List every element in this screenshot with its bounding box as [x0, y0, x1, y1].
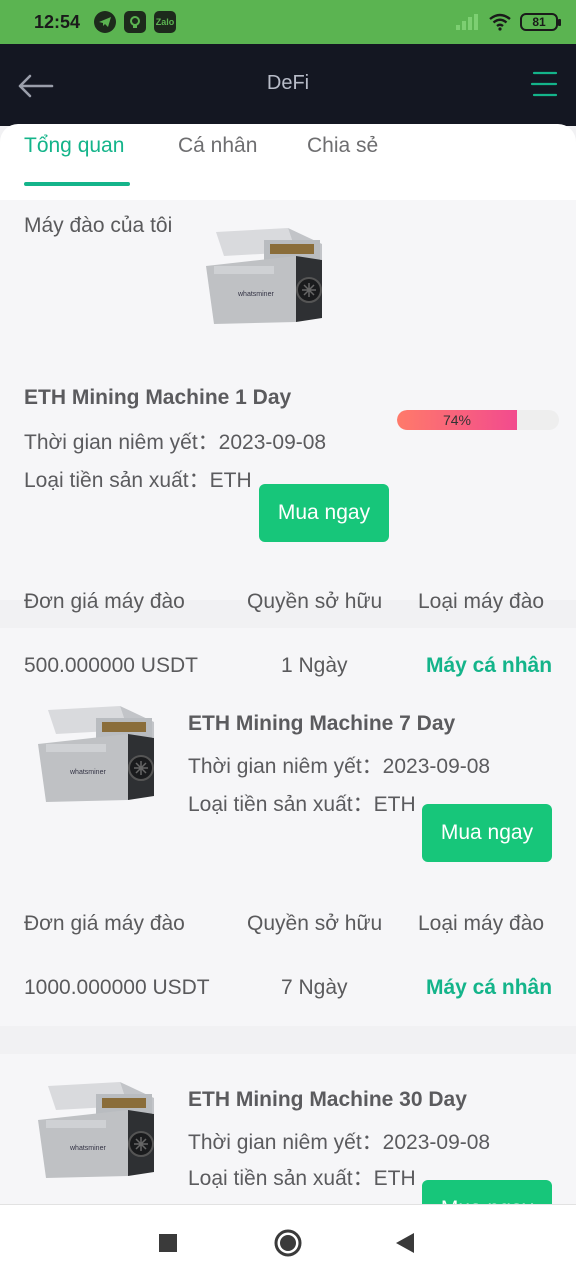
status-app-icons: Zalo [94, 11, 177, 33]
product-title: ETH Mining Machine 30 Day [188, 1088, 467, 1111]
column-header-type: Loại máy đào [418, 590, 545, 613]
my-miners-card: Máy đào của tôi whatsminer ETH Mining Ma… [0, 200, 576, 613]
progress-label: 74% [442, 412, 472, 428]
wifi-icon [488, 13, 511, 31]
tab-underline [24, 182, 130, 186]
triangle-back-icon [396, 1233, 414, 1253]
tab-personal[interactable]: Cá nhân [178, 134, 257, 158]
tab-share[interactable]: Chia sẻ [307, 134, 378, 158]
product-title: ETH Mining Machine 1 Day [24, 386, 292, 409]
machine-type-value: Máy cá nhân [426, 654, 553, 677]
app-header: DeFi [0, 44, 576, 126]
mining-machine-image: whatsminer [38, 1082, 154, 1178]
section-title: Máy đào của tôi [24, 214, 173, 237]
back-nav-button[interactable] [392, 1229, 420, 1257]
menu-button[interactable] [530, 70, 558, 98]
production-currency: Loại tiền sản xuất：ETH [188, 793, 416, 816]
machine-type-value: Máy cá nhân [426, 976, 553, 999]
zalo-icon: Zalo [154, 11, 177, 33]
buy-now-button[interactable]: Mua ngay [422, 1180, 552, 1204]
progress-bar: 74% [397, 410, 559, 430]
listing-date: Thời gian niêm yết：2023-09-08 [188, 1131, 491, 1154]
home-button[interactable] [272, 1227, 304, 1259]
circle-icon [274, 1229, 302, 1257]
svg-text:whatsminer: whatsminer [237, 291, 274, 298]
tab-overview[interactable]: Tổng quan [24, 134, 124, 158]
listing-date: Thời gian niêm yết：2023-09-08 [188, 755, 491, 778]
telegram-icon [94, 11, 117, 33]
column-header-price: Đơn giá máy đào [24, 912, 185, 935]
svg-text:whatsminer: whatsminer [69, 769, 106, 776]
column-header-ownership: Quyền sở hữu [247, 590, 383, 613]
svg-text:whatsminer: whatsminer [69, 1145, 106, 1152]
unit-price-value: 500.000000 USDT [24, 654, 198, 677]
ownership-value: 1 Ngày [281, 654, 348, 677]
chat-app-icon [124, 11, 147, 33]
production-currency: Loại tiền sản xuất：ETH [188, 1167, 416, 1190]
column-header-ownership: Quyền sở hữu [247, 912, 383, 935]
status-bar: 12:54 Zalo 81 [0, 0, 576, 44]
battery-icon: 81 [520, 13, 561, 31]
mining-machine-image: whatsminer [38, 706, 154, 802]
column-header-price: Đơn giá máy đào [24, 590, 185, 613]
recents-button[interactable] [154, 1229, 182, 1257]
product-card: whatsminer ETH Mining Machine 30 Day Thờ… [0, 1054, 576, 1204]
mining-machine-image: whatsminer [206, 228, 322, 324]
listing-date: Thời gian niêm yết：2023-09-08 [24, 431, 327, 454]
product-card: 500.000000 USDT 1 Ngày Máy cá nhân whats… [0, 628, 576, 1026]
column-header-type: Loại máy đào [418, 912, 545, 935]
ownership-value: 7 Ngày [281, 976, 348, 999]
status-time: 12:54 [34, 11, 81, 32]
tab-bar: Tổng quan Cá nhân Chia sẻ [0, 124, 576, 200]
page-title: DeFi [266, 72, 310, 94]
buy-now-button[interactable]: Mua ngay [259, 484, 389, 542]
signal-icon [456, 14, 478, 30]
menu-icon [530, 71, 558, 97]
system-nav-bar [0, 1204, 576, 1280]
unit-price-value: 1000.000000 USDT [24, 976, 210, 999]
square-icon [159, 1234, 177, 1252]
product-title: ETH Mining Machine 7 Day [188, 712, 456, 735]
main-content[interactable]: Tổng quan Cá nhân Chia sẻ Máy đào của tô… [0, 124, 576, 1204]
buy-now-button[interactable]: Mua ngay [422, 804, 552, 862]
production-currency: Loại tiền sản xuất：ETH [24, 469, 252, 492]
